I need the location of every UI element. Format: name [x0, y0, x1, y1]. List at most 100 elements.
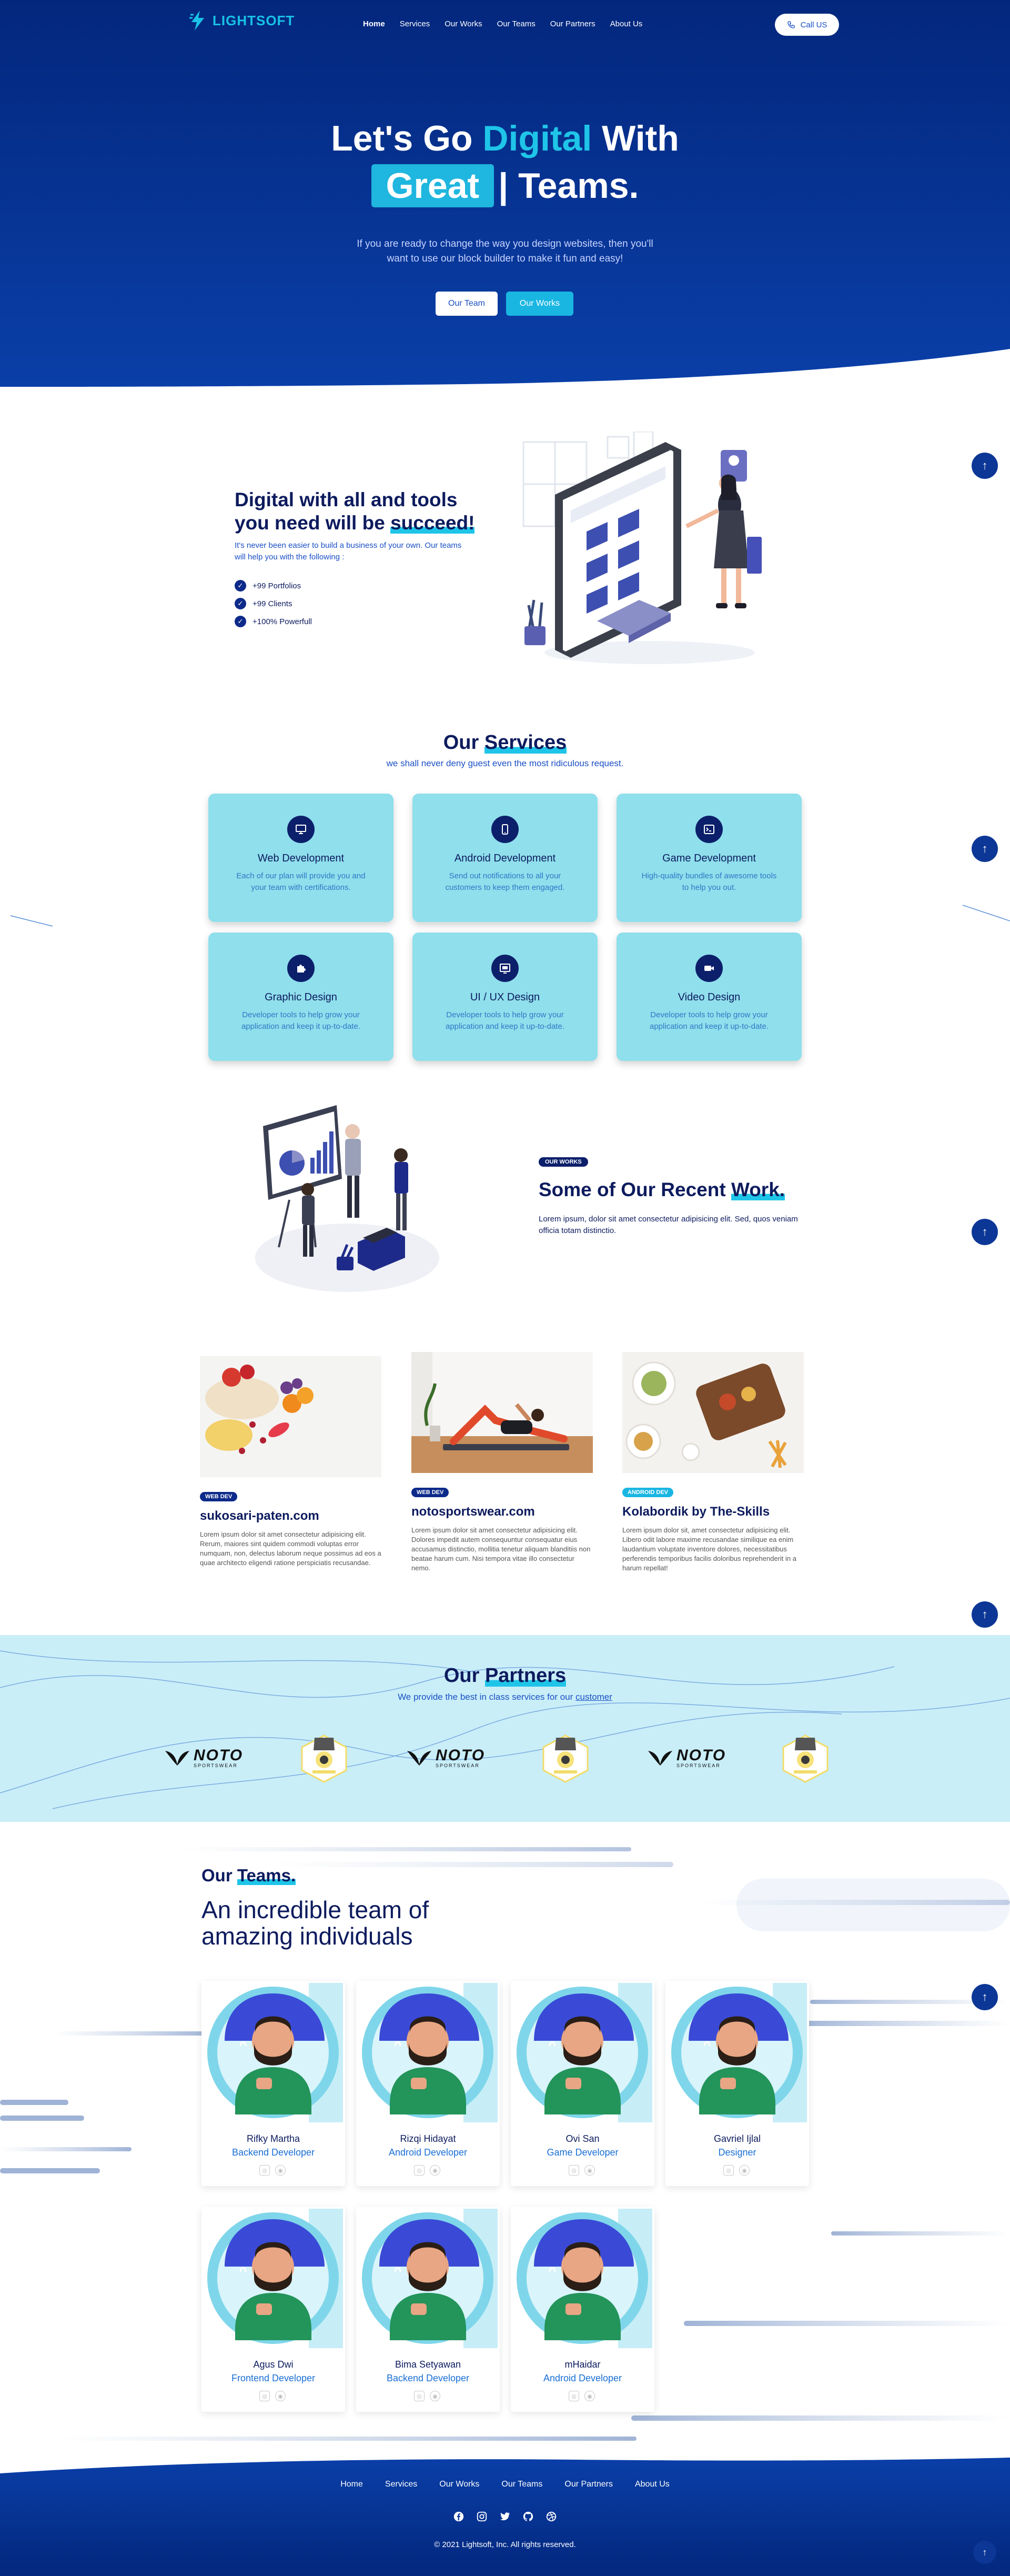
service-card-video[interactable]: Video Design Developer tools to help gro…: [617, 933, 802, 1061]
work-title[interactable]: sukosari-paten.com: [200, 1509, 319, 1523]
github-icon[interactable]: ◉: [430, 2165, 440, 2176]
github-icon[interactable]: ◉: [584, 2391, 595, 2401]
work-badge: WEB DEV: [200, 1492, 238, 1501]
partner-logo-noto[interactable]: NOTO SPORTSWEAR: [157, 1746, 250, 1770]
service-card-uiux[interactable]: UI / UX Design Developer tools to help g…: [412, 933, 598, 1061]
nav-home[interactable]: Home: [363, 19, 385, 28]
work-title[interactable]: notosportswear.com: [411, 1505, 535, 1519]
check-icon: ✓: [235, 616, 246, 627]
teams-title-text: Our: [201, 1866, 237, 1885]
check-label: +99 Clients: [252, 599, 292, 608]
emblem-logo-icon: [542, 1735, 589, 1783]
work-image-food: [622, 1352, 804, 1473]
dribbble-icon[interactable]: [544, 2510, 558, 2523]
github-icon[interactable]: ◉: [584, 2165, 595, 2176]
hero-title-part2: With: [592, 118, 679, 158]
partner-logo-noto[interactable]: NOTO SPORTSWEAR: [640, 1746, 733, 1770]
check-item: ✓ +99 Portfolios: [235, 577, 312, 595]
noto-wordmark: NOTO: [435, 1746, 486, 1764]
works-title-highlight: Work.: [731, 1179, 785, 1200]
copyright: © 2021 Lightsoft, Inc. All rights reserv…: [434, 2540, 576, 2549]
partners-title-text: Our: [443, 1665, 485, 1687]
work-desc: Lorem ipsum dolor sit amet consectetur a…: [411, 1526, 591, 1572]
instagram-icon[interactable]: ◎: [723, 2165, 734, 2176]
services-subtitle: we shall never deny guest even the most …: [386, 758, 624, 768]
smartphone-icon: [491, 816, 519, 843]
team-card[interactable]: Ovi San Game Developer ◎ ◉: [511, 1981, 654, 2186]
team-card[interactable]: Rizqi Hidayat Android Developer ◎ ◉: [356, 1981, 500, 2186]
logo[interactable]: LIGHTSOFT: [187, 9, 295, 32]
our-team-button[interactable]: Our Team: [436, 292, 498, 316]
partner-logo-emblem[interactable]: [779, 1733, 832, 1784]
team-card[interactable]: Rifky Martha Backend Developer ◎ ◉: [201, 1981, 345, 2186]
instagram-icon[interactable]: ◎: [569, 2391, 579, 2401]
github-icon[interactable]: ◉: [739, 2165, 750, 2176]
partner-logo-emblem[interactable]: [297, 1733, 351, 1784]
footer-link-our-teams[interactable]: Our Teams: [501, 2480, 542, 2489]
nav-our-partners[interactable]: Our Partners: [550, 19, 595, 28]
github-icon[interactable]: [521, 2510, 535, 2523]
our-works-button[interactable]: Our Works: [506, 292, 573, 316]
wing-logo-icon: [648, 1751, 672, 1766]
services-title-text: Our: [443, 731, 484, 754]
team-card[interactable]: Gavriel Ijlal Designer ◎ ◉: [665, 1981, 809, 2186]
service-card-graphic[interactable]: Graphic Design Developer tools to help g…: [208, 933, 393, 1061]
call-us-button[interactable]: Call US: [775, 14, 839, 36]
work-title[interactable]: Kolabordik by The-Skills: [622, 1505, 770, 1519]
team-card[interactable]: Agus Dwi Frontend Developer ◎ ◉: [201, 2207, 345, 2412]
service-desc: Each of our plan will provide you and yo…: [236, 871, 366, 892]
instagram-icon[interactable]: ◎: [414, 2391, 425, 2401]
partners-wave-lines: [0, 1650, 1010, 1809]
hero-great-box: Great: [371, 164, 494, 207]
check-icon: ✓: [235, 598, 246, 609]
service-desc: High-quality bundles of awesome tools to…: [641, 871, 777, 892]
footer-link-services[interactable]: Services: [385, 2480, 417, 2489]
footer-link-our-partners[interactable]: Our Partners: [564, 2480, 613, 2489]
puzzle-icon: [287, 955, 315, 982]
service-card-android[interactable]: Android Development Send out notificatio…: [412, 794, 598, 922]
team-card[interactable]: Bima Setyawan Backend Developer ◎ ◉: [356, 2207, 500, 2412]
scroll-top-button[interactable]: ↑: [973, 2541, 996, 2564]
footer-link-home[interactable]: Home: [340, 2480, 363, 2489]
hero-title-part1: Let's Go: [331, 118, 483, 158]
nav-our-works[interactable]: Our Works: [445, 19, 482, 28]
nav-services[interactable]: Services: [400, 19, 430, 28]
avatar: [204, 1983, 343, 2122]
nav-about-us[interactable]: About Us: [610, 19, 643, 28]
decor-line-left: [10, 915, 53, 927]
hero-subtitle: If you are ready to change the way you d…: [357, 238, 653, 264]
instagram-icon[interactable]: ◎: [414, 2165, 425, 2176]
digital-check-list: ✓ +99 Portfolios ✓ +99 Clients ✓ +100% Powe…: [235, 577, 312, 630]
scroll-top-button[interactable]: ↑: [972, 836, 998, 862]
instagram-icon[interactable]: ◎: [259, 2165, 270, 2176]
emblem-logo-icon: [301, 1735, 347, 1783]
footer-link-our-works[interactable]: Our Works: [439, 2480, 479, 2489]
footer-link-about-us[interactable]: About Us: [635, 2480, 670, 2489]
decor-line-right: [963, 905, 1010, 921]
team-card[interactable]: mHaidar Android Developer ◎ ◉: [511, 2207, 654, 2412]
member-socials: ◎ ◉: [569, 2165, 595, 2176]
github-icon[interactable]: ◉: [275, 2165, 286, 2176]
presentation-illustration: [255, 1105, 439, 1292]
scroll-top-button[interactable]: ↑: [972, 1219, 998, 1245]
instagram-icon[interactable]: ◎: [569, 2165, 579, 2176]
scroll-top-button[interactable]: ↑: [972, 453, 998, 479]
member-role: Frontend Developer: [231, 2373, 316, 2383]
service-card-web[interactable]: Web Development Each of our plan will pr…: [208, 794, 393, 922]
hero-title: Let's Go Digital With: [0, 117, 1010, 160]
github-icon[interactable]: ◉: [430, 2391, 440, 2401]
call-us-label: Call US: [800, 20, 827, 29]
github-icon[interactable]: ◉: [275, 2391, 286, 2401]
scroll-top-button[interactable]: ↑: [972, 1984, 998, 2010]
partners-subtitle-highlight: customer: [575, 1692, 612, 1702]
instagram-icon[interactable]: ◎: [259, 2391, 270, 2401]
scroll-top-button[interactable]: ↑: [972, 1601, 998, 1628]
partner-logo-emblem[interactable]: [539, 1733, 592, 1784]
partner-logo-noto[interactable]: NOTO SPORTSWEAR: [399, 1746, 492, 1770]
twitter-icon[interactable]: [498, 2510, 512, 2523]
service-card-game[interactable]: Game Development High-quality bundles of…: [617, 794, 802, 922]
nav-our-teams[interactable]: Our Teams: [497, 19, 536, 28]
instagram-icon[interactable]: [475, 2510, 489, 2523]
avatar: [358, 2209, 498, 2348]
facebook-icon[interactable]: [452, 2510, 466, 2523]
